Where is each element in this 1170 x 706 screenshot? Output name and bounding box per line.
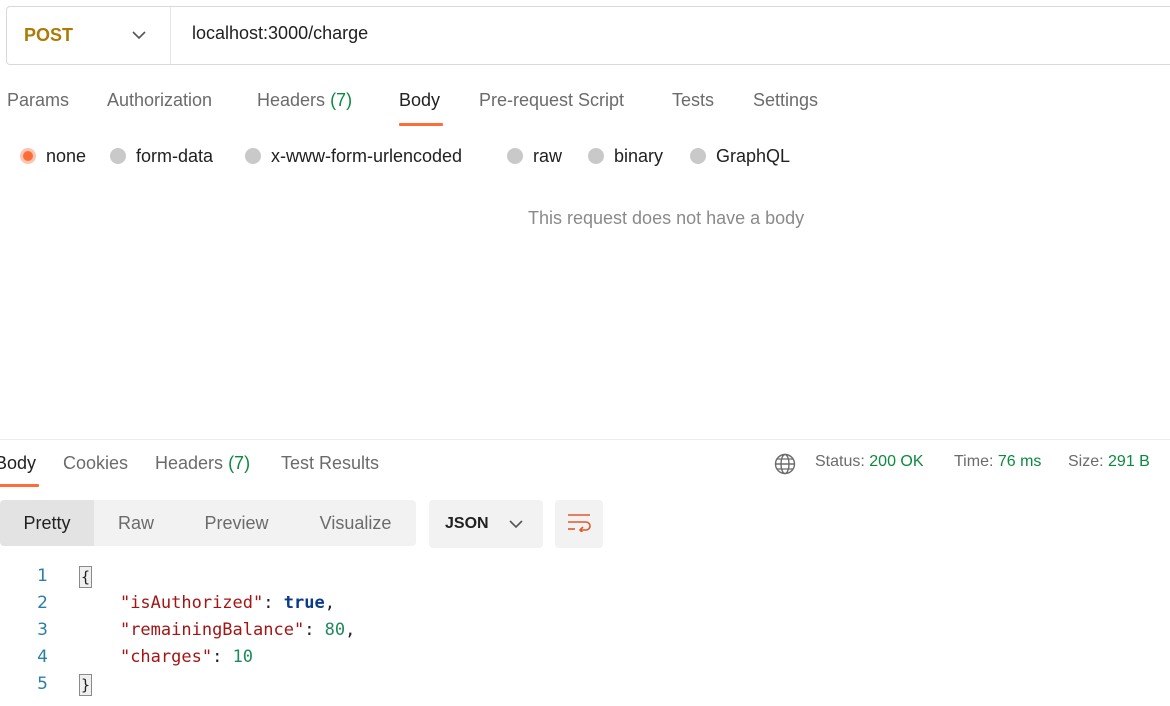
format-label: JSON <box>445 515 489 532</box>
tab-label: Cookies <box>63 453 129 473</box>
empty-body-message: This request does not have a body <box>528 208 805 228</box>
url-input[interactable]: localhost:3000/charge <box>192 23 368 44</box>
code-line: 1 { <box>0 563 600 590</box>
radio-label: GraphQL <box>716 145 791 166</box>
radio-icon <box>110 148 126 164</box>
radio-icon <box>690 148 706 164</box>
radio-binary[interactable]: binary <box>588 144 663 168</box>
radio-graphql[interactable]: GraphQL <box>690 144 790 168</box>
line-number: 2 <box>37 593 48 613</box>
code-line: 3 "remainingBalance": 80, <box>0 617 600 644</box>
tab-label: Headers <box>257 90 326 110</box>
method-label: POST <box>24 25 74 45</box>
view-preview-button[interactable]: Preview <box>178 500 295 546</box>
format-select[interactable]: JSON <box>429 500 543 548</box>
radio-label: form-data <box>136 145 214 166</box>
view-mode-group: Pretty Raw Preview Visualize <box>0 500 416 546</box>
radio-label: binary <box>614 145 664 166</box>
tab-label: Body <box>399 90 441 110</box>
tab-params[interactable]: Params <box>7 90 69 126</box>
active-tab-indicator <box>399 123 443 126</box>
json-open-brace: { <box>79 566 93 588</box>
radio-label: raw <box>533 145 563 166</box>
response-status: Status: 200 OK <box>815 453 924 471</box>
time-value: 76 ms <box>997 453 1042 470</box>
radio-x-www-form-urlencoded[interactable]: x-www-form-urlencoded <box>245 144 462 168</box>
tab-count-badge: (7) <box>228 453 251 473</box>
json-value: 10 <box>232 647 254 667</box>
tab-label: Body <box>0 453 37 473</box>
tab-body[interactable]: Body <box>399 90 443 126</box>
code-line: 5 } <box>0 671 600 698</box>
response-tab-headers[interactable]: Headers (7) <box>155 453 250 487</box>
json-comma: , <box>345 620 356 640</box>
tab-label: Pre-request Script <box>479 90 625 110</box>
json-key: "isAuthorized" <box>119 593 264 613</box>
status-label: Status: <box>815 453 865 470</box>
tab-label: Authorization <box>107 90 213 110</box>
tab-label: Headers <box>155 453 224 473</box>
chevron-down-icon <box>132 31 146 40</box>
globe-icon[interactable] <box>774 453 796 480</box>
line-number: 4 <box>37 647 48 667</box>
tab-label: Tests <box>672 90 715 110</box>
wrap-lines-button[interactable] <box>555 500 603 548</box>
response-time: Time: 76 ms <box>954 453 1041 471</box>
pane-divider[interactable] <box>0 439 1170 440</box>
radio-icon <box>507 148 523 164</box>
size-label: Size: <box>1068 453 1104 470</box>
time-label: Time: <box>954 453 994 470</box>
url-bar <box>6 6 1170 65</box>
json-comma: , <box>324 593 335 613</box>
active-tab-indicator <box>0 484 39 487</box>
view-pretty-button[interactable]: Pretty <box>0 500 94 546</box>
status-value: 200 OK <box>869 453 924 470</box>
tab-headers[interactable]: Headers (7) <box>257 90 352 126</box>
code-line: 4 "charges": 10 <box>0 644 600 671</box>
line-number: 3 <box>37 620 48 640</box>
tab-label: Test Results <box>281 453 380 473</box>
json-value: 80 <box>324 620 346 640</box>
tab-authorization[interactable]: Authorization <box>107 90 212 126</box>
code-line: 2 "isAuthorized": true, <box>0 590 600 617</box>
response-tab-body[interactable]: Body <box>0 453 39 487</box>
radio-icon <box>588 148 604 164</box>
response-tab-cookies[interactable]: Cookies <box>63 453 128 487</box>
response-size: Size: 291 B <box>1068 453 1150 471</box>
tab-label: Params <box>7 90 70 110</box>
line-number: 1 <box>37 566 48 586</box>
json-value: true <box>283 593 325 613</box>
radio-label: x-www-form-urlencoded <box>271 145 463 166</box>
radio-none[interactable]: none <box>20 144 86 168</box>
json-key: "charges" <box>119 647 213 667</box>
radio-raw[interactable]: raw <box>507 144 562 168</box>
view-visualize-button[interactable]: Visualize <box>295 500 416 546</box>
radio-icon <box>245 148 261 164</box>
method-select[interactable]: POST <box>7 7 171 64</box>
view-raw-button[interactable]: Raw <box>94 500 178 546</box>
line-number: 5 <box>37 674 48 694</box>
radio-label: none <box>46 145 87 166</box>
tab-tests[interactable]: Tests <box>672 90 714 126</box>
wrap-lines-icon <box>566 512 592 537</box>
radio-selected-icon <box>20 148 36 164</box>
size-value: 291 B <box>1108 453 1150 470</box>
tab-label: Settings <box>753 90 819 110</box>
json-close-brace: } <box>79 674 93 696</box>
response-tab-test-results[interactable]: Test Results <box>281 453 379 487</box>
tab-pre-request-script[interactable]: Pre-request Script <box>479 90 624 126</box>
tab-settings[interactable]: Settings <box>753 90 818 126</box>
chevron-down-icon <box>509 519 523 529</box>
tab-count-badge: (7) <box>330 90 353 110</box>
json-key: "remainingBalance" <box>119 620 305 640</box>
radio-form-data[interactable]: form-data <box>110 144 213 168</box>
